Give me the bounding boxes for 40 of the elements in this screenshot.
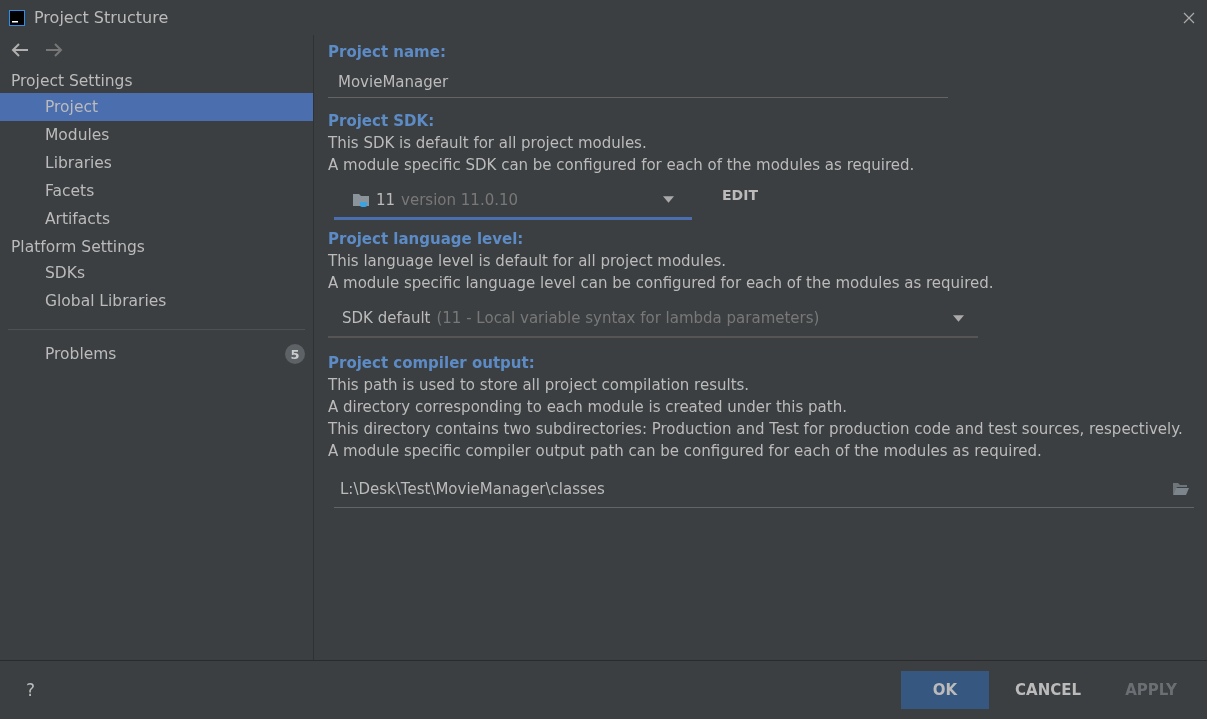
field-label: Project language level:	[328, 229, 524, 250]
folder-cup-icon	[352, 191, 370, 208]
language-level-dropdown[interactable]: SDK default (11 - Local variable syntax for lambda parameters)	[328, 300, 978, 338]
dialog-button[interactable]: CANCEL	[1003, 671, 1093, 709]
edit-button[interactable]: EDIT	[722, 187, 758, 203]
field-label: Project compiler output:	[328, 353, 535, 374]
description-text: This path is used to store all project compilation results.	[328, 375, 750, 396]
dialog-button[interactable]: OK	[901, 671, 989, 709]
project-name-field[interactable]: MovieManager	[328, 67, 948, 98]
sidebar-item[interactable]: Libraries	[0, 149, 313, 177]
description-text: This language level is default for all project modules.	[328, 251, 727, 272]
description-text: This SDK is default for all project modules.	[328, 133, 647, 154]
sidebar-item[interactable]: Modules	[0, 121, 313, 149]
sidebar-heading: Project Settings	[10, 71, 134, 92]
folder-icon[interactable]	[1172, 481, 1190, 496]
help-button[interactable]: ?	[26, 680, 36, 700]
app-logo-icon	[9, 9, 25, 26]
field-label: Project name:	[328, 42, 446, 63]
caret-icon	[953, 314, 964, 322]
back-arrow-icon[interactable]	[11, 43, 29, 57]
description-text: A module specific compiler output path can be configured for each of the modules as required.	[328, 441, 1042, 462]
description-text: This directory contains two subdirectories: Production and Test for production code and test sources, respectively.	[328, 419, 1183, 440]
field-label: Project SDK:	[328, 111, 435, 132]
sidebar-item[interactable]: SDKs	[0, 259, 313, 287]
caret-icon	[663, 196, 674, 203]
sidebar-item[interactable]: Artifacts	[0, 205, 313, 233]
compiler-output-field[interactable]: L:\Desk\Test\MovieManager\classes	[334, 470, 1194, 508]
sidebar-item[interactable]: Global Libraries	[0, 287, 313, 315]
description-text: A module specific language level can be configured for each of the modules as required.	[328, 273, 994, 294]
close-icon[interactable]	[1183, 11, 1195, 24]
description-text: A module specific SDK can be configured for each of the modules as required.	[328, 155, 915, 176]
sidebar-heading: Platform Settings	[10, 237, 146, 258]
problems-count-badge: 5	[285, 344, 305, 364]
description-text: A directory corresponding to each module is created under this path.	[328, 397, 847, 418]
problems-item[interactable]: Problems 5	[0, 340, 313, 368]
sidebar-item[interactable]: Facets	[0, 177, 313, 205]
forward-arrow-icon[interactable]	[45, 43, 63, 57]
window-title: Project Structure	[34, 8, 170, 27]
sdk-dropdown[interactable]: 11 version 11.0.10	[334, 182, 692, 220]
problems-label: Problems	[45, 345, 117, 363]
